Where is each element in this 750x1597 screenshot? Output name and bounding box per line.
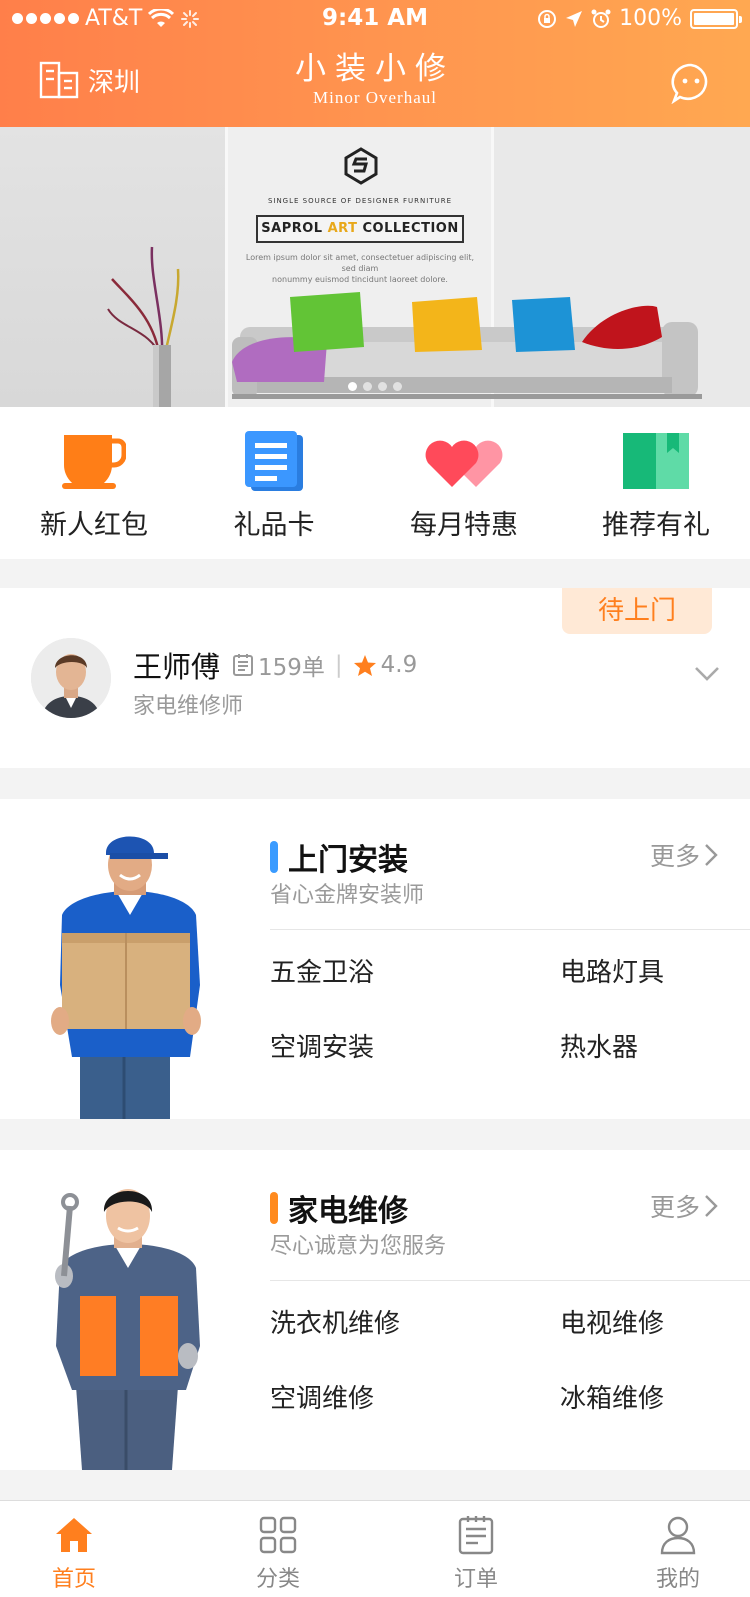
quick-item-gift-card[interactable]: 礼品卡 <box>180 429 368 542</box>
grid-icon <box>259 1516 297 1554</box>
brand-logo-icon <box>344 147 378 185</box>
quick-item-label: 推荐有礼 <box>602 510 710 541</box>
service-item[interactable]: 电视维修 <box>560 1303 664 1340</box>
tab-home[interactable]: 首页 <box>14 1513 134 1593</box>
more-link[interactable]: 更多 <box>650 837 718 873</box>
banner-tagline: SINGLE SOURCE OF DESIGNER FURNITURE <box>267 197 453 205</box>
quick-item-monthly-deals[interactable]: 每月特惠 <box>370 429 558 542</box>
battery-percent: 100% <box>619 6 682 31</box>
master-rating: 4.9 <box>380 652 418 678</box>
chevron-down-icon[interactable] <box>694 666 720 682</box>
section-title: 家电维修 <box>270 1186 408 1230</box>
tab-label: 分类 <box>255 1567 300 1592</box>
delivery-worker-image <box>51 836 201 1119</box>
more-label: 更多 <box>649 842 700 871</box>
service-item[interactable]: 五金卫浴 <box>270 952 374 989</box>
chat-bubble-icon <box>671 63 708 105</box>
section-divider <box>270 929 750 930</box>
pager-dot-active <box>348 382 357 391</box>
status-bar: AT&T 9:41 AM 100% <box>0 0 750 40</box>
order-list-icon <box>233 654 254 676</box>
gift-card-icon <box>245 431 303 491</box>
service-item[interactable]: 洗衣机维修 <box>270 1303 400 1340</box>
alarm-icon <box>591 9 611 28</box>
service-item[interactable]: 冰箱维修 <box>560 1378 664 1415</box>
tab-label: 首页 <box>51 1567 96 1592</box>
pager-dot <box>393 382 402 391</box>
section-title-text: 上门安装 <box>288 843 408 878</box>
star-icon <box>353 654 376 676</box>
message-button[interactable] <box>670 62 712 108</box>
quick-item-label: 礼品卡 <box>233 510 315 541</box>
tab-label: 我的 <box>655 1567 700 1592</box>
section-subtitle: 尽心诚意为您服务 <box>270 1234 447 1259</box>
chevron-right-icon <box>705 844 718 866</box>
section-appliance-repair: 家电维修 尽心诚意为您服务 更多 洗衣机维修 电视维修 空调维修 冰箱维修 <box>0 1150 750 1470</box>
bottom-tab-bar: 首页 分类 订单 我的 <box>0 1500 750 1597</box>
banner-pager <box>0 382 750 391</box>
master-stats: 159单 | 4.9 <box>232 648 417 682</box>
quick-item-new-user-redpacket[interactable]: 新人红包 <box>0 429 188 542</box>
section-title: 上门安装 <box>270 835 408 879</box>
tab-orders[interactable]: 订单 <box>416 1513 536 1593</box>
cup-icon <box>62 435 126 489</box>
app-title-en: Minor Overhaul <box>312 88 437 107</box>
hearts-icon <box>425 440 503 487</box>
pager-dot <box>363 382 372 391</box>
chevron-right-icon <box>705 1195 718 1217</box>
battery-icon <box>690 8 742 29</box>
master-info: 王师傅 159单 | 4.9 <box>133 644 417 686</box>
more-link[interactable]: 更多 <box>650 1188 718 1224</box>
banner-body: Lorem ipsum dolor sit amet, consectetuer… <box>245 253 475 284</box>
banner-collection-title: SAPROL ART COLLECTION <box>256 215 464 243</box>
quick-item-referral-gift[interactable]: 推荐有礼 <box>562 429 750 542</box>
status-right: 100% <box>537 6 742 31</box>
section-installation: 上门安装 省心金牌安装师 更多 五金卫浴 电路灯具 空调安装 热水器 <box>0 799 750 1119</box>
pager-dot <box>378 382 387 391</box>
app-title-cn: 小装小修 <box>295 51 455 87</box>
section-subtitle: 省心金牌安装师 <box>270 883 425 908</box>
service-item[interactable]: 空调维修 <box>270 1378 374 1415</box>
tab-category[interactable]: 分类 <box>218 1513 338 1593</box>
quick-item-label: 新人红包 <box>40 510 148 541</box>
stats-divider: | <box>334 652 343 678</box>
quick-item-label: 每月特惠 <box>410 510 518 541</box>
app-header: AT&T 9:41 AM 100% 深圳 小装小修 Minor Overhaul <box>0 0 750 127</box>
service-item[interactable]: 电路灯具 <box>560 952 664 989</box>
location-icon <box>566 10 583 27</box>
order-status-badge: 待上门 <box>562 588 712 634</box>
repair-worker-image <box>55 1189 200 1470</box>
master-avatar <box>31 638 111 718</box>
master-order-count: 159单 <box>258 655 325 681</box>
tab-label: 订单 <box>453 1567 498 1592</box>
service-item[interactable]: 热水器 <box>560 1027 638 1064</box>
quick-menu: 新人红包 礼品卡 每月特惠 推荐有礼 <box>0 407 750 559</box>
service-item[interactable]: 空调安装 <box>270 1027 374 1064</box>
order-icon <box>458 1516 494 1555</box>
app-title: 小装小修 Minor Overhaul <box>0 50 750 108</box>
home-icon <box>56 1518 92 1552</box>
rotation-lock-icon <box>538 9 557 28</box>
section-accent-bar <box>270 841 278 873</box>
master-role: 家电维修师 <box>133 694 244 719</box>
promo-banner[interactable]: SINGLE SOURCE OF DESIGNER FURNITURE SAPR… <box>0 127 750 407</box>
section-accent-bar <box>270 1192 278 1224</box>
tab-profile[interactable]: 我的 <box>618 1513 738 1593</box>
section-title-text: 家电维修 <box>288 1194 408 1229</box>
master-name: 王师傅 <box>133 650 221 684</box>
book-icon <box>623 433 689 489</box>
user-icon <box>660 1516 696 1555</box>
pending-order-card[interactable]: 待上门 王师傅 159单 | 4.9 家电维修师 <box>0 588 750 768</box>
section-divider <box>270 1280 750 1281</box>
more-label: 更多 <box>649 1193 700 1222</box>
